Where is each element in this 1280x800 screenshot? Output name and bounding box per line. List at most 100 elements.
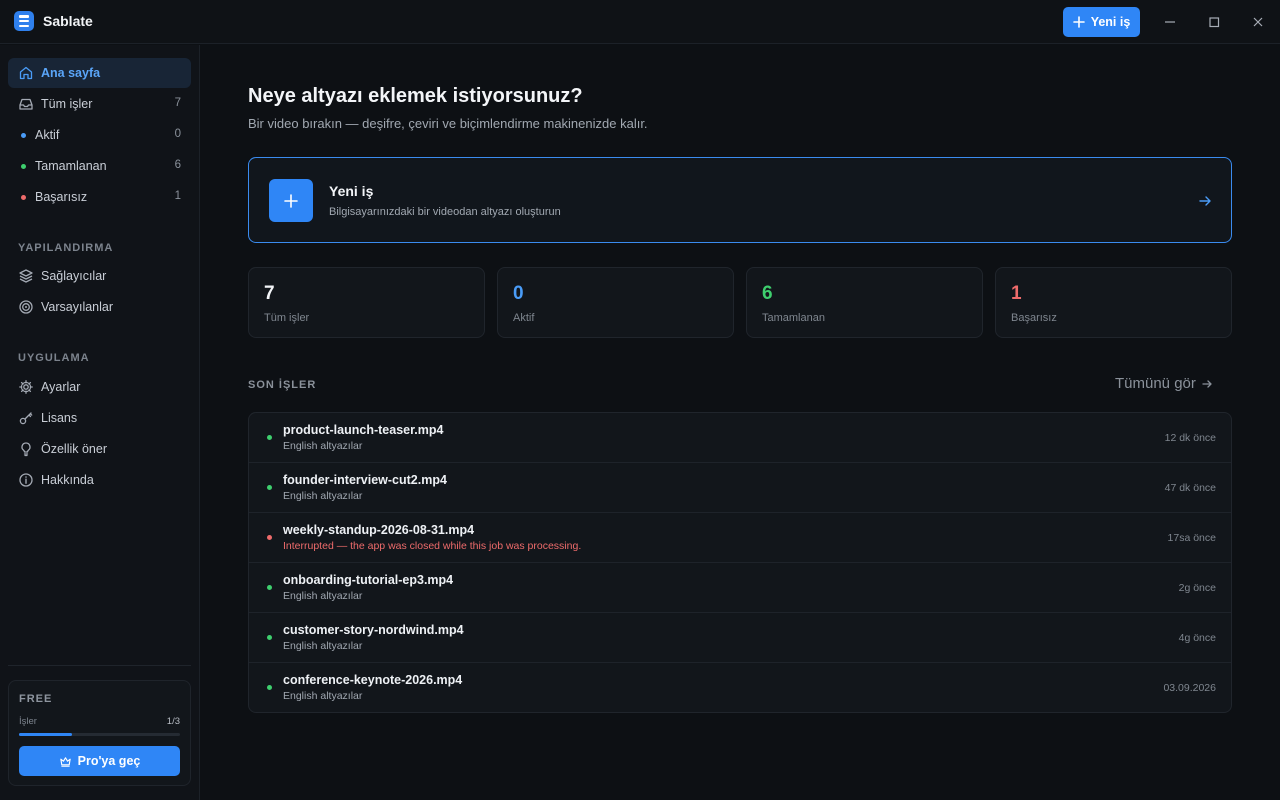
status-dot (267, 635, 272, 640)
stat-value: 6 (762, 283, 773, 304)
job-time: 12 dk önce (1164, 432, 1216, 444)
plus-icon (284, 193, 298, 208)
sidebar-item-label: Tamamlanan (35, 159, 107, 173)
sidebar-item-failed[interactable]: Başarısız 1 (8, 182, 191, 212)
main-content: Neye altyazı eklemek istiyorsunuz? Bir v… (201, 45, 1280, 800)
job-name: customer-story-nordwind.mp4 (283, 623, 464, 637)
new-job-button[interactable]: Yeni iş (1063, 7, 1140, 37)
sidebar-item-count: 6 (174, 159, 181, 171)
plan-name: FREE (19, 693, 53, 705)
stat-value: 7 (264, 283, 275, 304)
job-name: onboarding-tutorial-ep3.mp4 (283, 573, 454, 587)
sidebar-item-license[interactable]: Lisans (8, 403, 191, 433)
job-subtitle: English altyazılar (283, 690, 363, 702)
close-button[interactable] (1248, 12, 1268, 32)
status-dot (267, 535, 272, 540)
plan-usage-fill (19, 733, 73, 736)
section-title-config: YAPILANDIRMA (18, 242, 114, 254)
stat-label: Tüm işler (264, 312, 310, 324)
maximize-button[interactable] (1204, 12, 1224, 32)
sidebar-item-label: Lisans (41, 411, 78, 425)
sidebar-item-active[interactable]: Aktif 0 (8, 120, 191, 150)
job-time: 2g önce (1178, 582, 1216, 594)
stat-value: 0 (513, 283, 524, 304)
stat-label: Aktif (513, 312, 535, 324)
job-time: 03.09.2026 (1163, 682, 1216, 694)
stat-value: 1 (1011, 283, 1022, 304)
status-dot (267, 435, 272, 440)
job-row[interactable]: onboarding-tutorial-ep3.mp4 English alty… (249, 563, 1231, 613)
see-all-link[interactable]: Tümünü gör (1115, 375, 1213, 392)
title-bar: Sablate Yeni iş (0, 0, 1280, 44)
sidebar-item-count: 0 (174, 128, 181, 140)
job-row[interactable]: customer-story-nordwind.mp4 English alty… (249, 613, 1231, 663)
minimize-icon (1165, 21, 1175, 23)
sidebar-item-providers[interactable]: Sağlayıcılar (8, 261, 191, 291)
sidebar-item-label: Hakkında (41, 473, 94, 487)
sidebar-item-about[interactable]: Hakkında (8, 465, 191, 495)
job-row[interactable]: conference-keynote-2026.mp4 English alty… (249, 663, 1231, 712)
new-job-card-icon (269, 179, 313, 222)
sidebar-item-label: Ana sayfa (41, 66, 101, 80)
job-row[interactable]: product-launch-teaser.mp4 English altyaz… (249, 413, 1231, 463)
job-error-message: Interrupted — the app was closed while t… (283, 540, 582, 552)
sidebar-divider (8, 665, 191, 666)
sidebar-item-settings[interactable]: Ayarlar (8, 372, 191, 402)
job-time: 4g önce (1178, 632, 1216, 644)
job-name: weekly-standup-2026-08-31.mp4 (283, 523, 475, 537)
maximize-icon (1209, 17, 1220, 28)
see-all-label: Tümünü gör (1115, 375, 1196, 392)
plan-card: FREE İşler 1/3 Pro'ya geç (8, 680, 191, 786)
sidebar-item-label: Sağlayıcılar (41, 269, 107, 283)
new-job-card[interactable]: Yeni iş Bilgisayarınızdaki bir videodan … (248, 157, 1232, 243)
app-logo-icon (14, 11, 34, 31)
status-dot (267, 485, 272, 490)
sidebar-item-label: Varsayılanlar (41, 300, 114, 314)
job-row[interactable]: founder-interview-cut2.mp4 English altya… (249, 463, 1231, 513)
status-dot (267, 585, 272, 590)
close-icon (1253, 17, 1263, 27)
home-icon (19, 66, 33, 80)
job-subtitle: English altyazılar (283, 490, 363, 502)
job-subtitle: English altyazılar (283, 640, 363, 652)
app-title: Sablate (43, 13, 93, 29)
sidebar-item-label: Tüm işler (41, 97, 93, 111)
stat-label: Tamamlanan (762, 312, 825, 324)
sidebar-item-all-jobs[interactable]: Tüm işler 7 (8, 89, 191, 119)
status-dot (21, 133, 26, 138)
stat-card-completed: 6 Tamamlanan (746, 267, 983, 338)
job-subtitle: English altyazılar (283, 440, 363, 452)
new-job-card-title: Yeni iş (329, 183, 374, 199)
upgrade-label: Pro'ya geç (77, 754, 141, 768)
page-title: Neye altyazı eklemek istiyorsunuz? (248, 85, 583, 107)
status-dot (21, 195, 26, 200)
sidebar-item-home[interactable]: Ana sayfa (8, 58, 191, 88)
job-row[interactable]: weekly-standup-2026-08-31.mp4 Interrupte… (249, 513, 1231, 563)
minimize-button[interactable] (1160, 12, 1180, 32)
key-icon (19, 412, 33, 425)
job-time: 47 dk önce (1164, 482, 1216, 494)
stat-card-failed: 1 Başarısız (995, 267, 1232, 338)
stat-card-active: 0 Aktif (497, 267, 734, 338)
sidebar-item-suggest-feature[interactable]: Özellik öner (8, 434, 191, 464)
stat-card-all: 7 Tüm işler (248, 267, 485, 338)
sidebar-item-label: Ayarlar (41, 380, 81, 394)
plan-usage-label: İşler (19, 716, 37, 727)
stat-label: Başarısız (1011, 312, 1057, 324)
sidebar-item-defaults[interactable]: Varsayılanlar (8, 292, 191, 322)
inbox-icon (19, 98, 33, 110)
recent-jobs-list: product-launch-teaser.mp4 English altyaz… (248, 412, 1232, 713)
sidebar-item-label: Başarısız (35, 190, 88, 204)
sidebar-item-count: 7 (174, 97, 181, 109)
lightbulb-icon (21, 442, 31, 457)
status-dot (21, 164, 26, 169)
plan-usage-count: 1/3 (166, 716, 180, 727)
info-icon (19, 473, 33, 487)
arrow-right-icon (1202, 379, 1212, 388)
upgrade-button[interactable]: Pro'ya geç (19, 746, 180, 776)
gear-icon (19, 380, 33, 394)
job-name: product-launch-teaser.mp4 (283, 423, 444, 437)
plus-icon (1072, 16, 1085, 28)
sidebar-item-count: 1 (174, 190, 181, 202)
sidebar-item-completed[interactable]: Tamamlanan 6 (8, 151, 191, 181)
